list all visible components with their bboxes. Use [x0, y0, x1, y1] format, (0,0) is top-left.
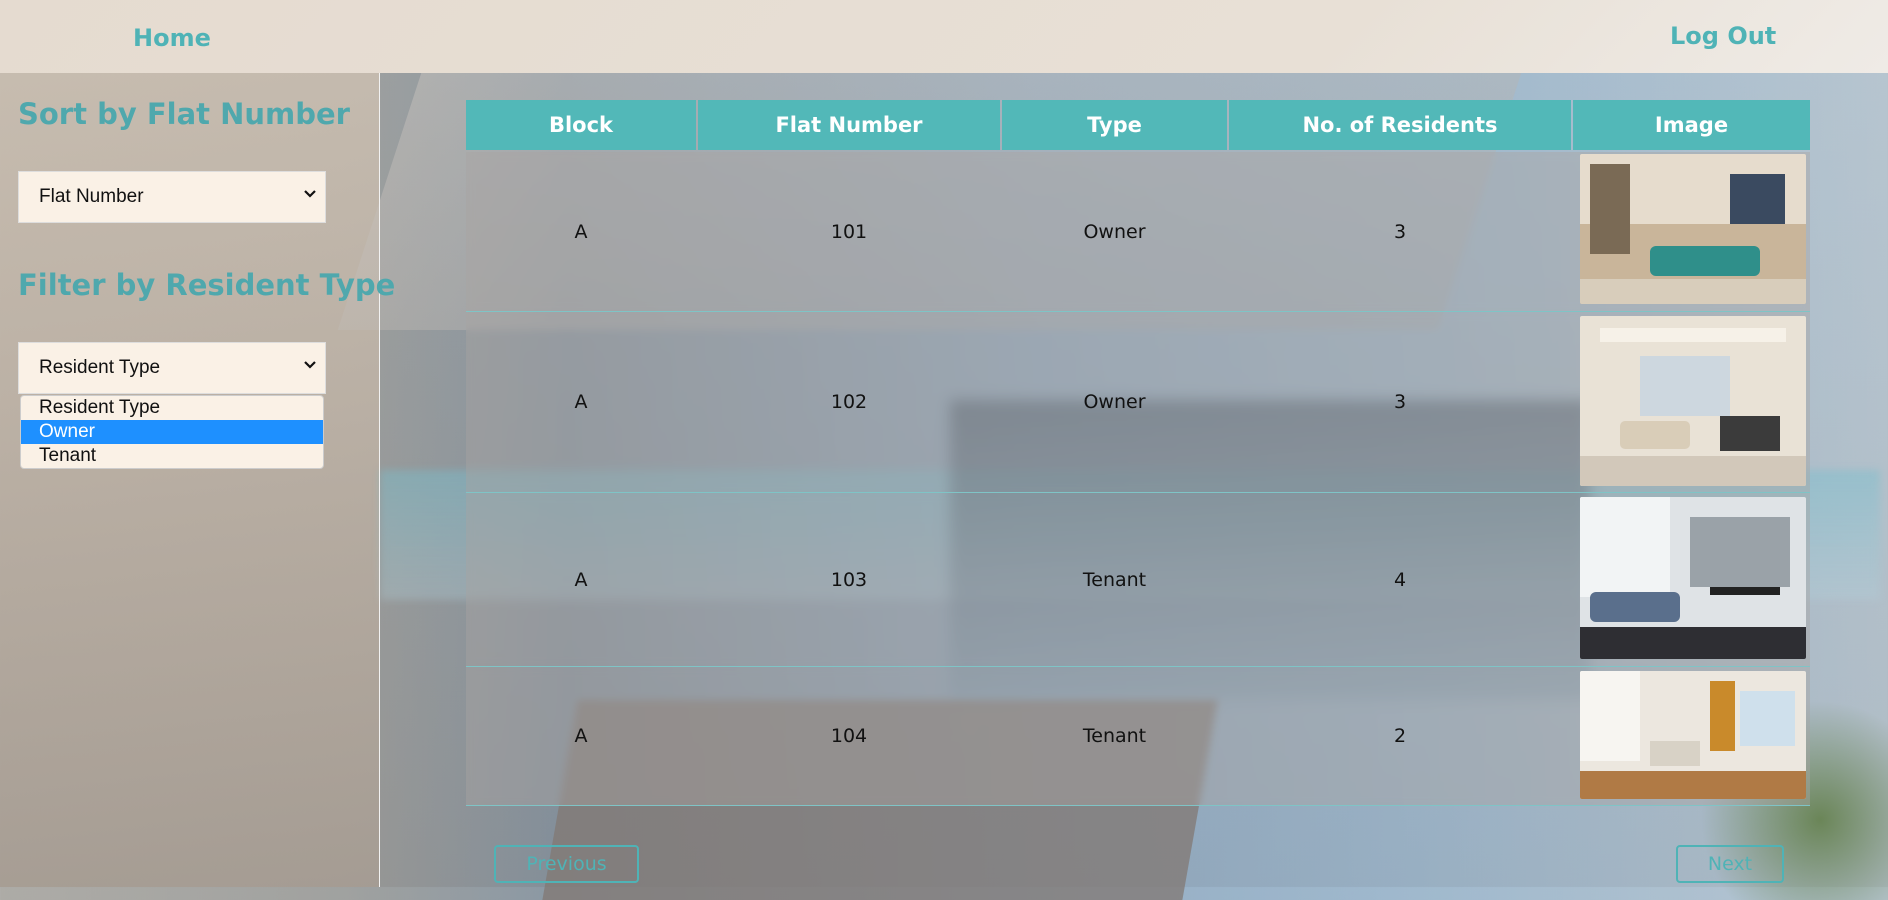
cell-residents: 3	[1393, 220, 1407, 243]
header-residents: No. of Residents	[1229, 100, 1571, 150]
sort-title: Sort by Flat Number	[18, 97, 350, 131]
cell-flat-number: 103	[830, 568, 868, 591]
chevron-down-icon	[303, 187, 317, 204]
table-header: Block Flat Number Type No. of Residents …	[466, 100, 1810, 150]
table-row: A 101 Owner 3	[466, 152, 1810, 312]
option-tenant[interactable]: Tenant	[21, 444, 323, 468]
flat-image	[1580, 154, 1806, 304]
sort-flat-select[interactable]: Flat Number	[18, 171, 326, 223]
cell-block: A	[574, 391, 588, 413]
header-image: Image	[1573, 100, 1810, 150]
cell-flat-number: 102	[830, 391, 868, 413]
cell-flat-number: 104	[830, 725, 868, 747]
table-row: A 102 Owner 3	[466, 312, 1810, 493]
cell-type: Tenant	[1082, 725, 1147, 747]
cell-block: A	[574, 220, 588, 243]
table-row: A 103 Tenant 4	[466, 493, 1810, 667]
cell-block: A	[574, 568, 588, 591]
option-resident-type[interactable]: Resident Type	[21, 396, 323, 420]
chevron-down-icon	[303, 358, 317, 375]
sort-flat-select-value: Flat Number	[39, 186, 144, 207]
cell-flat-number: 101	[830, 220, 868, 243]
resident-type-select-value: Resident Type	[39, 357, 161, 378]
resident-type-select[interactable]: Resident Type	[18, 342, 326, 394]
cell-type: Tenant	[1082, 568, 1147, 591]
logout-link[interactable]: Log Out	[1670, 22, 1776, 50]
cell-block: A	[574, 725, 588, 747]
next-button[interactable]: Next	[1676, 845, 1784, 883]
header-block: Block	[466, 100, 696, 150]
home-link[interactable]: Home	[133, 24, 211, 52]
flat-image	[1580, 316, 1806, 486]
flat-image	[1580, 497, 1806, 659]
cell-residents: 3	[1393, 391, 1407, 413]
flat-image	[1580, 671, 1806, 799]
option-owner[interactable]: Owner	[21, 420, 323, 444]
cell-type: Owner	[1083, 220, 1146, 243]
resident-type-options: Resident Type Owner Tenant	[20, 395, 324, 469]
table-row: A 104 Tenant 2	[466, 667, 1810, 806]
top-navigation-bar: Home Log Out	[0, 0, 1888, 73]
header-flat-number: Flat Number	[698, 100, 1000, 150]
cell-residents: 2	[1393, 725, 1407, 747]
cell-residents: 4	[1393, 568, 1407, 591]
filter-title: Filter by Resident Type	[18, 268, 396, 302]
previous-button[interactable]: Previous	[494, 845, 639, 883]
header-type: Type	[1002, 100, 1227, 150]
filter-sidebar: Sort by Flat Number Flat Number Filter b…	[0, 73, 395, 887]
cell-type: Owner	[1083, 391, 1146, 413]
